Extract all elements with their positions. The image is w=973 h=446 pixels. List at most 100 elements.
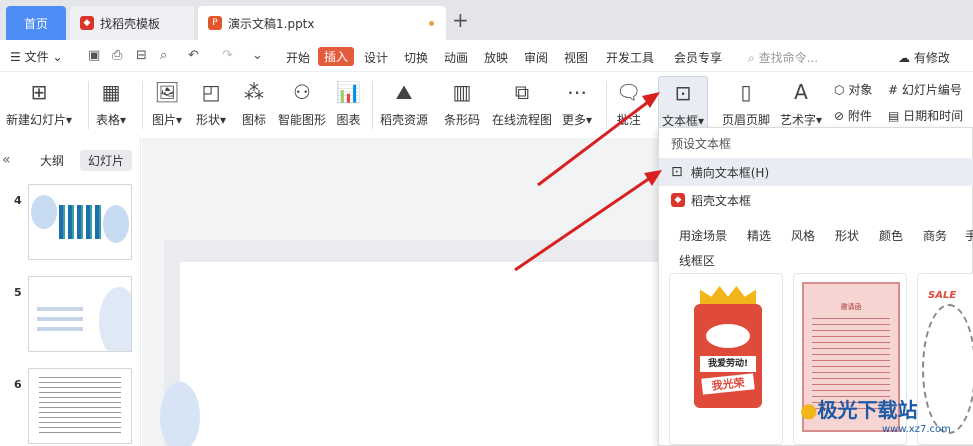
outline-tab[interactable]: 大纲 [40, 152, 64, 169]
tab-view[interactable]: 视图 [564, 49, 588, 66]
bar-chart-icon: 📊 [336, 80, 361, 104]
current-slide[interactable] [160, 262, 664, 446]
divider [372, 81, 373, 129]
new-slide-label: 新建幻灯片 [6, 113, 67, 127]
new-slide-button[interactable]: ⊞ 新建幻灯片▾ [6, 79, 72, 128]
wordart-icon: A [794, 80, 808, 104]
smart-art-label: 智能图形 [278, 113, 327, 127]
flowchart-label: 在线流程图 [492, 113, 553, 127]
slide-thumbnail[interactable] [28, 276, 132, 352]
crown-icon [700, 286, 756, 304]
date-time-button[interactable]: ▤ 日期和时间 [888, 107, 963, 124]
thumb-line [37, 327, 83, 331]
icon-button[interactable]: ⁂ 图标 [242, 79, 266, 128]
docer-textbox-item[interactable]: ◆ 稻壳文本框 [659, 186, 973, 214]
table-button[interactable]: ▦ 表格▾ [96, 79, 126, 128]
thumb-shape [31, 195, 57, 229]
preview-icon[interactable]: ⌕ [160, 48, 167, 63]
object-button[interactable]: ⬡ 对象 [834, 81, 872, 98]
textbox-label: 文本框 [662, 114, 699, 128]
template-card[interactable]: SALE [917, 273, 973, 445]
tab-review[interactable]: 审阅 [524, 49, 548, 66]
thumb-line [37, 307, 83, 311]
header-footer-icon: ▯ [740, 80, 752, 104]
header-footer-button[interactable]: ▯ 页眉页脚 [722, 79, 770, 128]
docer-resource-label: 稻壳资源 [380, 113, 429, 127]
shape-button[interactable]: ◰ 形状▾ [196, 79, 226, 128]
barcode-icon: ▥ [452, 80, 472, 104]
watermark-text: 极光下载站 [817, 398, 918, 422]
slides-tab[interactable]: 幻灯片 [80, 150, 133, 171]
filter-business[interactable]: 商务 [923, 227, 947, 244]
slide-number-button[interactable]: # 幻灯片编号 [888, 81, 962, 98]
undo-icon[interactable]: ↶ [188, 48, 199, 63]
more-icon: ⋯ [567, 80, 588, 104]
picture-icon: 🖼 [154, 80, 180, 104]
plus-icon[interactable]: + [452, 8, 469, 32]
edit-status[interactable]: ☁ 有修改 [898, 49, 950, 66]
tab-template-label: 找稻壳模板 [100, 16, 161, 31]
tab-developer[interactable]: 开发工具 [606, 49, 654, 66]
chevron-down-icon[interactable]: ⌄ [252, 48, 263, 63]
horizontal-textbox-item[interactable]: ⊡ 横向文本框(H) [659, 158, 973, 186]
attachment-label: 附件 [847, 109, 872, 123]
card-slogan: 我爱劳动! [700, 356, 756, 372]
wordart-button[interactable]: A 艺术字▾ [780, 79, 822, 128]
chart-button[interactable]: 📊 图表 [336, 79, 361, 128]
attachment-button[interactable]: ⊘ 附件 [834, 107, 872, 124]
export-icon[interactable]: ⎙ [112, 48, 122, 63]
title-bar: 首页 ◆ 找稻壳模板 P 演示文稿1.pptx + [0, 0, 973, 40]
object-icon: ⬡ [834, 83, 845, 97]
command-search[interactable]: ⌕ 查找命令... [748, 49, 818, 66]
tab-template[interactable]: ◆ 找稻壳模板 [70, 6, 194, 40]
filter-more[interactable]: 手 [965, 227, 973, 244]
table-icon: ▦ [101, 80, 121, 104]
barcode-button[interactable]: ▥ 条形码 [444, 79, 480, 128]
comment-button[interactable]: 🗨 批注 [616, 79, 641, 128]
tab-home[interactable]: 首页 [6, 6, 66, 40]
tab-member[interactable]: 会员专享 [674, 49, 722, 66]
filter-shape[interactable]: 形状 [835, 227, 859, 244]
search-icon: ⌕ [748, 51, 755, 65]
slide-thumbnail[interactable] [28, 184, 132, 260]
tab-slideshow[interactable]: 放映 [484, 49, 508, 66]
tab-document-label: 演示文稿1.pptx [228, 16, 315, 31]
tab-start[interactable]: 开始 [286, 49, 310, 66]
more-button[interactable]: ⋯ 更多▾ [562, 79, 592, 128]
redo-icon[interactable]: ↷ [222, 48, 233, 63]
slide-number: 4 [14, 194, 22, 207]
filter-color[interactable]: 颜色 [879, 227, 903, 244]
save-icon[interactable]: ▣ [88, 48, 100, 63]
divider [142, 81, 143, 129]
thumb-shape [103, 205, 129, 243]
tab-design[interactable]: 设计 [364, 49, 388, 66]
file-menu[interactable]: ☰ 文件 ⌄ [10, 48, 63, 65]
print-icon[interactable]: ⊟ [136, 48, 147, 63]
picture-button[interactable]: 🖼 图片▾ [152, 79, 182, 128]
mascot-eyes [706, 324, 750, 348]
docer-resource-button[interactable]: ⛰ 稻壳资源 [380, 79, 428, 128]
filter-featured[interactable]: 精选 [747, 227, 771, 244]
tab-animation[interactable]: 动画 [444, 49, 468, 66]
tab-transition[interactable]: 切换 [404, 49, 428, 66]
textbox-button[interactable]: ⊡ 文本框▾ [658, 76, 709, 134]
collapse-icon[interactable]: « [2, 152, 11, 168]
divider [606, 81, 607, 129]
thumb-line [37, 317, 83, 321]
slide-thumbnail[interactable] [28, 368, 132, 444]
flowchart-button[interactable]: ⧉ 在线流程图 [492, 79, 552, 128]
tab-insert[interactable]: 插入 [318, 47, 355, 66]
thumb-shape [99, 287, 131, 351]
card-title: 邀请函 [840, 303, 862, 311]
smart-art-button[interactable]: ⚇ 智能图形 [278, 79, 326, 128]
tab-document[interactable]: P 演示文稿1.pptx [198, 6, 446, 40]
section-label: 线框区 [679, 254, 716, 268]
filter-style[interactable]: 风格 [791, 227, 815, 244]
watermark-url: www.xz7.com [882, 424, 951, 435]
template-card[interactable]: 我爱劳动! 我光荣 [669, 273, 783, 445]
calendar-icon: ▤ [888, 109, 900, 123]
more-label: 更多 [562, 113, 587, 127]
resource-icon: ⛰ [395, 80, 413, 104]
shape-icon: ◰ [201, 80, 221, 104]
filter-usage[interactable]: 用途场景 [679, 227, 727, 244]
